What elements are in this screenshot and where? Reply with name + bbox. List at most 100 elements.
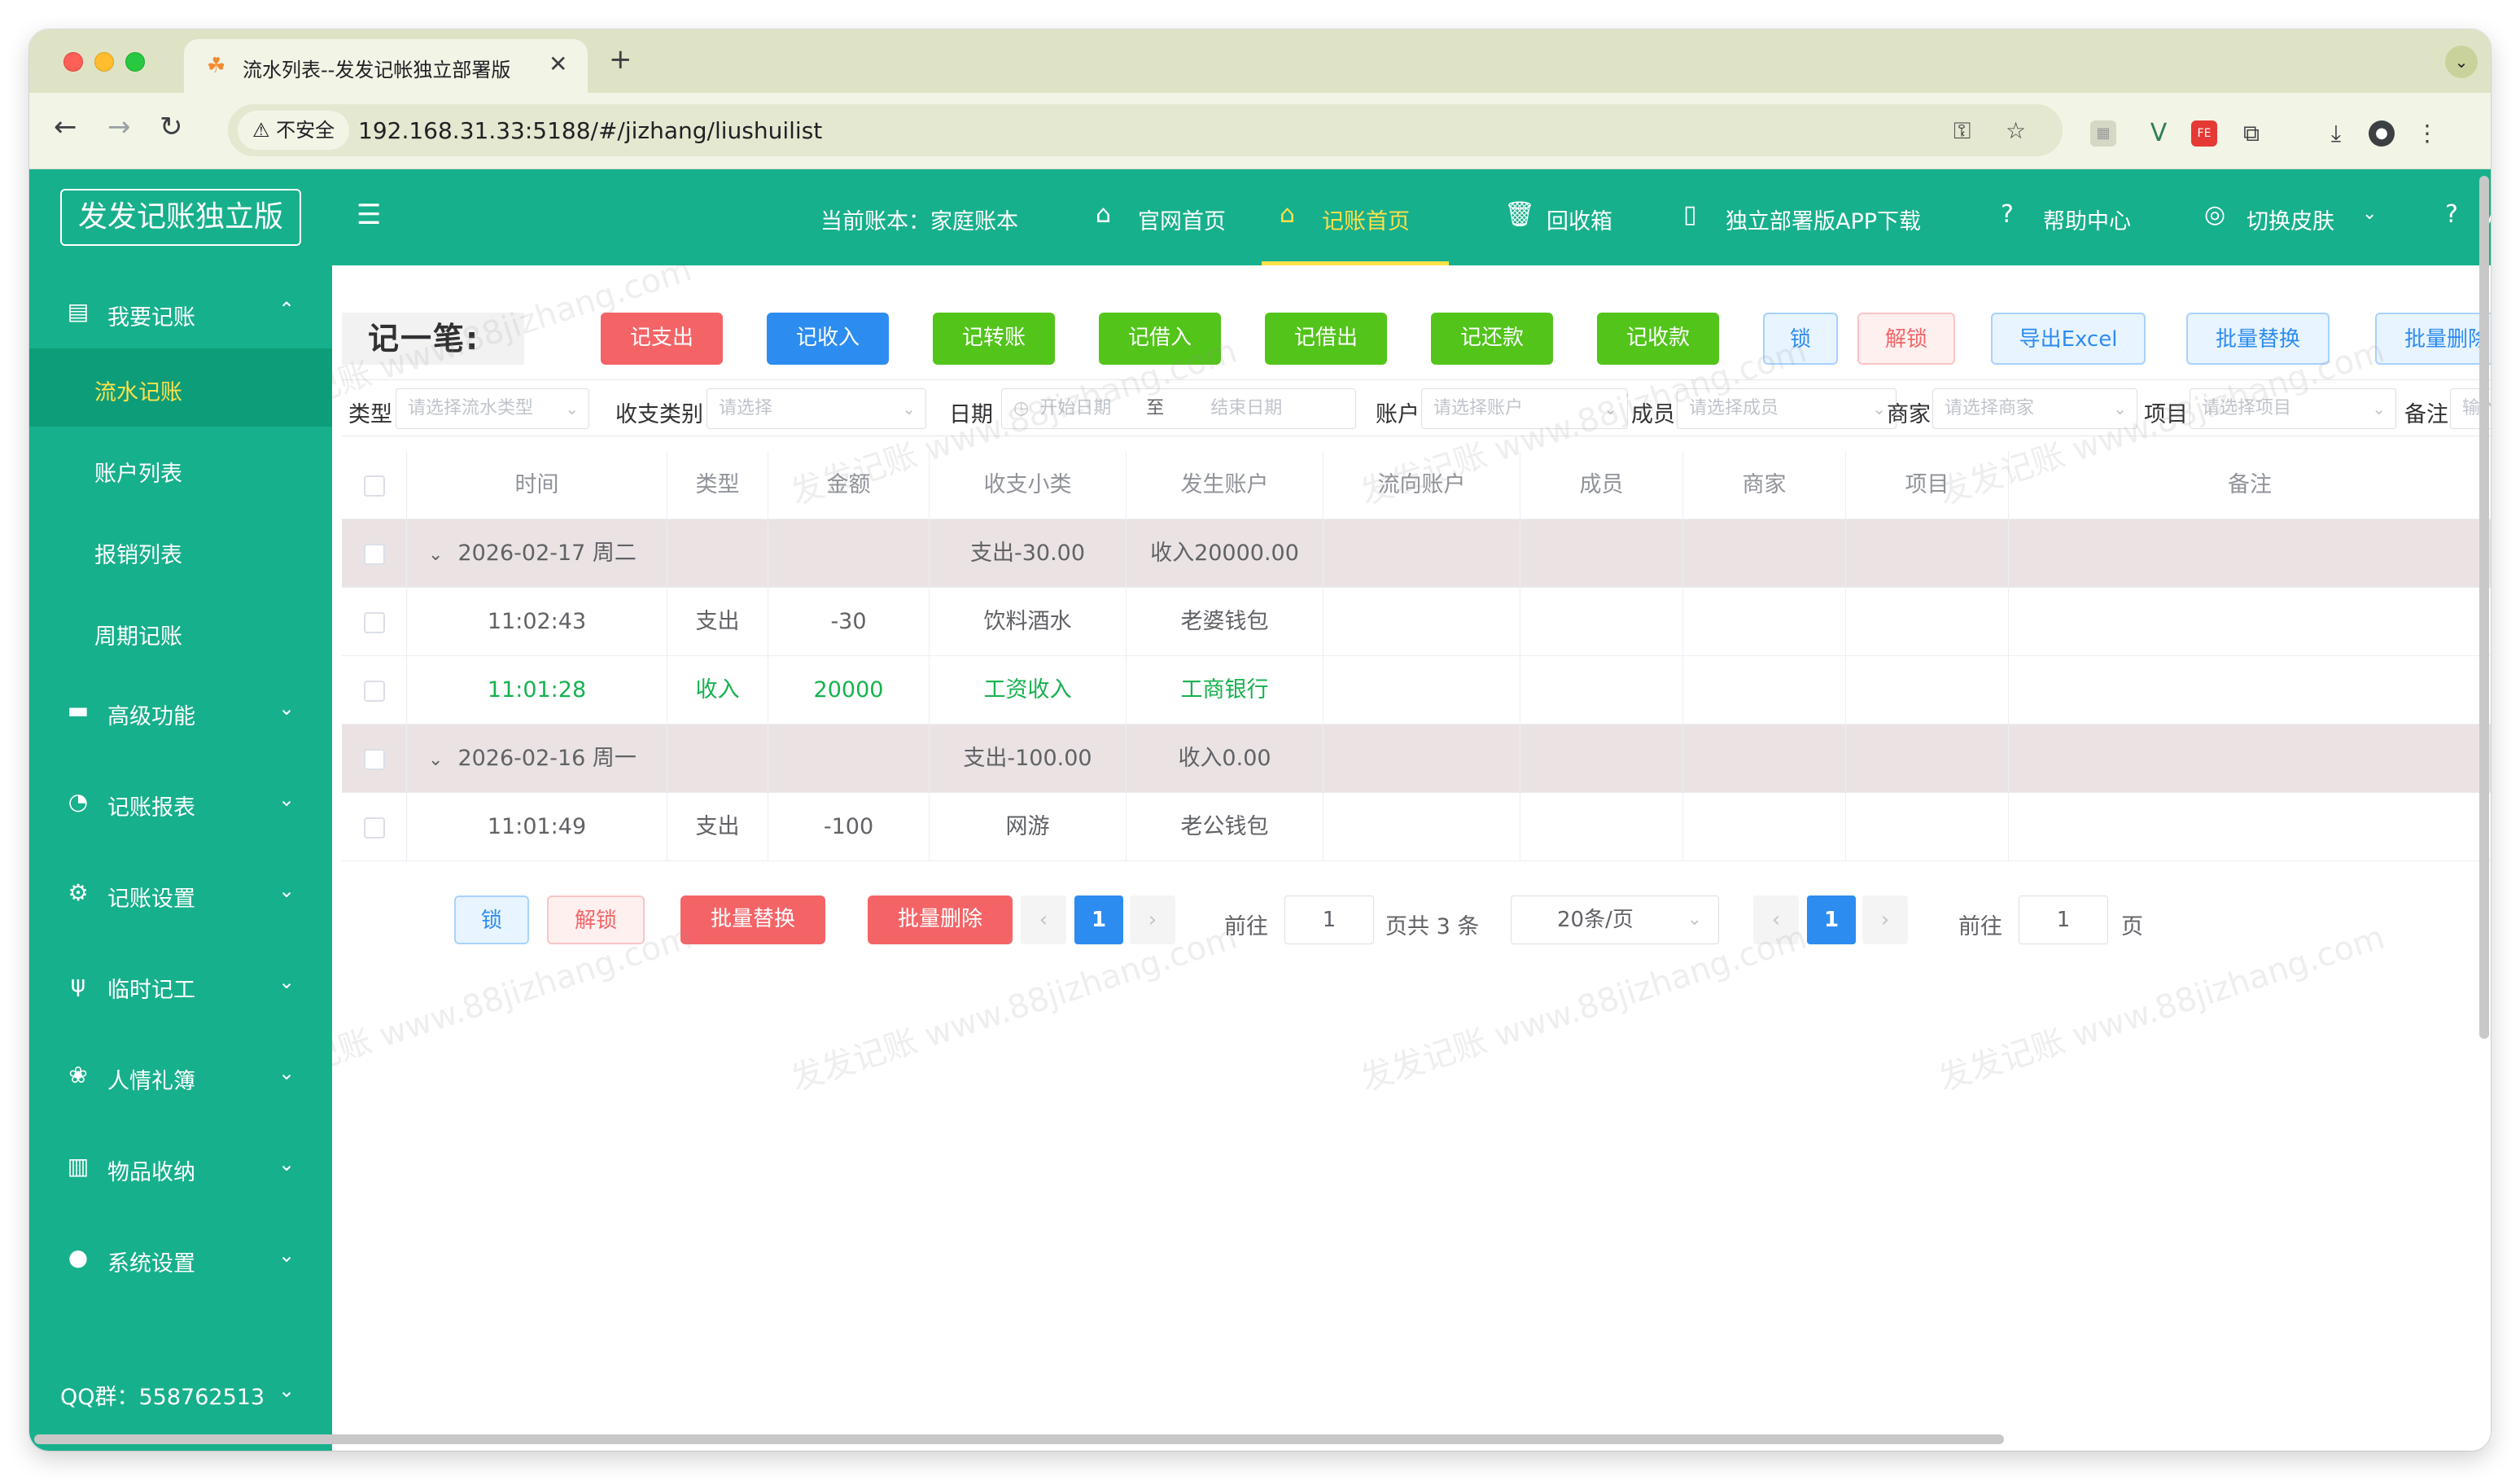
col-member[interactable]: 成员 [1520,451,1683,519]
col-subcategory[interactable]: 收支小类 [930,451,1127,519]
category-filter-select[interactable]: 请选择 ⌄ [707,388,926,429]
menu-system[interactable]: ● 系统设置 ⌄ [29,1226,332,1291]
pager-lock-button[interactable]: 锁 [454,895,529,944]
nav-help[interactable]: ? 帮助中心 [2001,169,2147,265]
url-text[interactable]: 192.168.31.33:5188/#/jizhang/liushuilist [358,117,822,144]
qq-group[interactable]: QQ群：558762513 [60,1379,265,1411]
tab-search-button[interactable]: ⌄ [2445,46,2478,78]
submenu-accounts[interactable]: 账户列表 [29,430,332,508]
table-row[interactable]: 11:01:49 支出 -100 网游 老公钱包 [342,793,2491,861]
vertical-scrollbar[interactable] [2479,176,2489,1039]
prev-page-icon[interactable]: ‹ [1021,895,1066,944]
key-icon[interactable]: ⚿ [1953,117,1971,145]
menu-advanced[interactable]: ▬ 高级功能 ⌄ [29,679,332,744]
nav-jizhang-home[interactable]: ⌂ 记账首页 [1262,169,1449,265]
group-date-cell[interactable]: ⌄ 2026-02-17 周二 [407,519,667,587]
menu-reports[interactable]: ◔ 记账报表 ⌄ [29,770,332,835]
current-page-2[interactable]: 1 [1807,895,1856,944]
prev-page-icon[interactable]: ‹ [1753,895,1799,944]
bookmark-star-icon[interactable]: ☆ [2006,117,2026,144]
row-checkbox-cell[interactable] [342,793,407,860]
batch-delete-button[interactable]: 批量删除 [2375,313,2491,365]
row-checkbox-cell[interactable] [342,519,407,587]
col-target-account[interactable]: 流向账户 [1323,451,1520,519]
batch-replace-button[interactable]: 批量替换 [2186,313,2330,365]
group-date-cell[interactable]: ⌄ 2026-02-16 周一 [407,725,667,792]
row-checkbox[interactable] [363,748,385,770]
nav-skin[interactable]: ◎ 切换皮肤 ⌄ [2204,169,2383,265]
menu-gifts[interactable]: ❀ 人情礼簿 ⌄ [29,1044,332,1109]
unlock-button[interactable]: 解锁 [1857,313,1955,365]
horizontal-scrollbar[interactable] [34,1434,2004,1444]
chevron-down-icon[interactable]: ⌄ [428,521,443,589]
pager-unlock-button[interactable]: 解锁 [547,895,645,944]
profile-avatar[interactable]: ● [2369,120,2395,147]
col-time[interactable]: 时间 [407,451,667,519]
nav-recycle[interactable]: 🗑 回收箱 [1504,169,1634,265]
fe-extension-icon[interactable]: FE [2191,120,2217,147]
submenu-liushui[interactable]: 流水记账 [29,348,332,427]
next-page-icon[interactable]: › [1130,895,1175,944]
row-checkbox[interactable] [363,680,385,702]
record-income-button[interactable]: 记收入 [767,313,889,365]
record-lend-out-button[interactable]: 记借出 [1265,313,1387,365]
pager-batch-delete-button[interactable]: 批量删除 [868,895,1013,944]
select-all-checkbox-cell[interactable] [342,451,407,519]
address-bar[interactable]: ⚠ 不安全 192.168.31.33:5188/#/jizhang/liush… [228,104,2063,156]
select-all-checkbox[interactable] [363,475,385,497]
security-badge[interactable]: ⚠ 不安全 [238,111,350,150]
forward-icon[interactable]: → [107,111,131,143]
merchant-filter-select[interactable]: 请选择商家 ⌄ [1932,388,2137,429]
table-row[interactable]: 11:01:28 收入 20000 工资收入 工商银行 [342,656,2491,725]
more-menu-icon[interactable]: ⋮ [2414,120,2440,147]
close-window-button[interactable] [63,52,83,72]
group-row[interactable]: ⌄ 2026-02-16 周一 支出-100.00 收入0.00 [342,725,2491,793]
maximize-window-button[interactable] [125,52,145,72]
record-transfer-button[interactable]: 记转账 [933,313,1055,365]
browser-tab[interactable]: ☘ 流水列表--发发记帐独立部署版 ✕ [184,39,588,93]
row-checkbox-cell[interactable] [342,725,407,792]
menu-settings[interactable]: ⚙ 记账设置 ⌄ [29,861,332,926]
next-page-icon[interactable]: › [1862,895,1908,944]
new-tab-button[interactable]: + [609,46,632,73]
reload-icon[interactable]: ↻ [160,111,183,143]
menu-storage[interactable]: ▥ 物品收纳 ⌄ [29,1135,332,1200]
table-row[interactable]: 11:02:43 支出 -30 饮料酒水 老婆钱包 [342,588,2491,656]
project-filter-select[interactable]: 请选择项目 ⌄ [2190,388,2396,429]
lock-button[interactable]: 锁 [1763,313,1838,365]
row-checkbox[interactable] [363,817,385,839]
vue-devtools-icon[interactable]: V [2146,120,2172,147]
col-account[interactable]: 发生账户 [1127,451,1323,519]
page-size-select[interactable]: 20条/页 ⌄ [1511,895,1719,944]
submenu-periodic[interactable]: 周期记账 [29,593,332,671]
col-merchant[interactable]: 商家 [1683,451,1846,519]
goto-page-input-2[interactable]: 1 [2019,895,2108,944]
menu-toggle-icon[interactable]: ☰ [357,199,381,231]
row-checkbox[interactable] [363,611,385,633]
record-expense-button[interactable]: 记支出 [601,313,723,365]
col-type[interactable]: 类型 [667,451,768,519]
nav-app-download[interactable]: ▯ 独立部署版APP下载 [1683,169,1960,265]
back-icon[interactable]: ← [54,111,77,143]
type-filter-select[interactable]: 请选择流水类型 ⌄ [396,388,589,429]
col-amount[interactable]: 金额 [768,451,930,519]
member-filter-select[interactable]: 请选择成员 ⌄ [1677,388,1897,429]
app-logo[interactable]: 发发记账独立版 [60,189,301,246]
nav-official-home[interactable]: ⌂ 官网首页 [1096,169,1242,265]
current-page[interactable]: 1 [1074,895,1123,944]
goto-page-input[interactable]: 1 [1284,895,1374,944]
col-remark[interactable]: 备注 [2009,451,2491,519]
menu-jizhang[interactable]: ▤ 我要记账 ⌃ [29,280,332,345]
submenu-reimburse[interactable]: 报销列表 [29,511,332,589]
chevron-down-icon[interactable]: ⌄ [428,726,443,795]
tab-close-icon[interactable]: ✕ [549,50,567,77]
row-checkbox[interactable] [363,543,385,565]
pager-batch-replace-button[interactable]: 批量替换 [680,895,825,944]
row-checkbox-cell[interactable] [342,656,407,724]
record-collect-button[interactable]: 记收款 [1597,313,1719,365]
row-checkbox-cell[interactable] [342,588,407,655]
download-icon[interactable]: ⤓ [2323,120,2349,147]
menu-tempwork[interactable]: ψ 临时记工 ⌄ [29,952,332,1018]
record-repay-button[interactable]: 记还款 [1431,313,1553,365]
extension-grid-icon[interactable]: ▦ [2090,120,2116,147]
